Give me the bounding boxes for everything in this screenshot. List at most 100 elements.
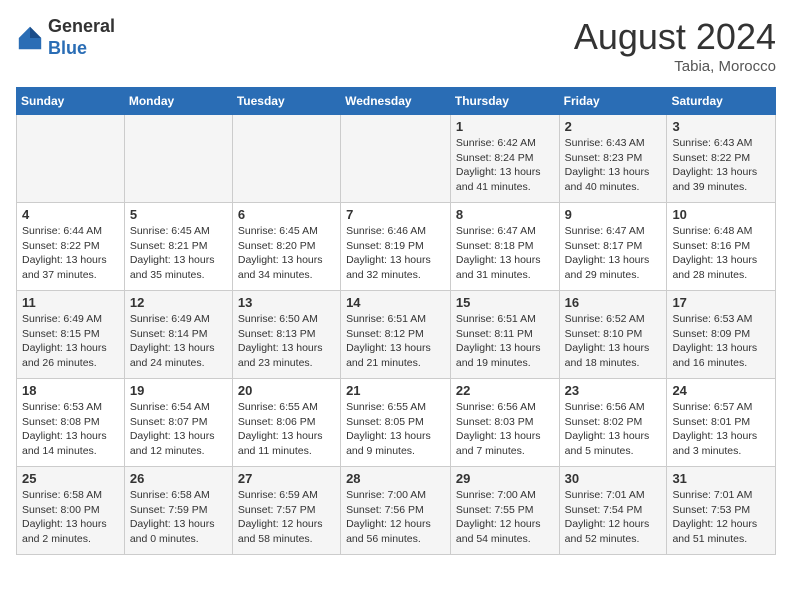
day-info: Sunrise: 6:45 AM Sunset: 8:21 PM Dayligh… (130, 224, 227, 283)
calendar-cell: 1Sunrise: 6:42 AM Sunset: 8:24 PM Daylig… (450, 115, 559, 203)
day-info: Sunrise: 6:46 AM Sunset: 8:19 PM Dayligh… (346, 224, 445, 283)
calendar-cell: 24 Sunrise: 6:57 AM Sunset: 8:01 PM Dayli… (667, 379, 776, 467)
calendar-cell: 18Sunrise: 6:53 AM Sunset: 8:08 PM Dayli… (17, 379, 125, 467)
day-info: Sunrise: 7:01 AM Sunset: 7:53 PM Dayligh… (672, 488, 770, 547)
weekday-header-friday: Friday (559, 88, 667, 115)
day-number: 29 (456, 471, 554, 486)
day-info: Sunrise: 6:57 AM Sunset: 8:01 PM Dayligh… (672, 400, 770, 459)
day-number: 16 (565, 295, 662, 310)
calendar-cell: 19 Sunrise: 6:54 AM Sunset: 8:07 PM Dayli… (124, 379, 232, 467)
weekday-header-saturday: Saturday (667, 88, 776, 115)
day-number: 24 (672, 383, 770, 398)
calendar-week-row: 4Sunrise: 6:44 AM Sunset: 8:22 PM Daylig… (17, 203, 776, 291)
day-number: 5 (130, 207, 227, 222)
calendar-cell (341, 115, 451, 203)
calendar-cell: 13 Sunrise: 6:50 AM Sunset: 8:13 PM Dayli… (232, 291, 340, 379)
calendar-cell: 2Sunrise: 6:43 AM Sunset: 8:23 PM Daylig… (559, 115, 667, 203)
day-number: 28 (346, 471, 445, 486)
day-info: Sunrise: 6:47 AM Sunset: 8:17 PM Dayligh… (565, 224, 662, 283)
weekday-header-thursday: Thursday (450, 88, 559, 115)
calendar-cell: 3 Sunrise: 6:43 AM Sunset: 8:22 PM Daylig… (667, 115, 776, 203)
day-number: 25 (22, 471, 119, 486)
calendar-cell: 12Sunrise: 6:49 AM Sunset: 8:14 PM Dayli… (124, 291, 232, 379)
day-info: Sunrise: 6:43 AM Sunset: 8:22 PM Dayligh… (672, 136, 770, 195)
day-info: Sunrise: 6:56 AM Sunset: 8:03 PM Dayligh… (456, 400, 554, 459)
calendar-cell: 29 Sunrise: 7:00 AM Sunset: 7:55 PM Dayli… (450, 467, 559, 555)
day-info: Sunrise: 6:49 AM Sunset: 8:14 PM Dayligh… (130, 312, 227, 371)
day-number: 27 (238, 471, 335, 486)
day-info: Sunrise: 6:44 AM Sunset: 8:22 PM Dayligh… (22, 224, 119, 283)
calendar-table: SundayMondayTuesdayWednesdayThursdayFrid… (16, 87, 776, 555)
calendar-body: 1Sunrise: 6:42 AM Sunset: 8:24 PM Daylig… (17, 115, 776, 555)
calendar-cell: 28 Sunrise: 7:00 AM Sunset: 7:56 PM Dayli… (341, 467, 451, 555)
day-number: 3 (672, 119, 770, 134)
calendar-cell: 8 Sunrise: 6:47 AM Sunset: 8:18 PM Daylig… (450, 203, 559, 291)
day-info: Sunrise: 6:47 AM Sunset: 8:18 PM Dayligh… (456, 224, 554, 283)
weekday-header-sunday: Sunday (17, 88, 125, 115)
calendar-cell: 6Sunrise: 6:45 AM Sunset: 8:20 PM Daylig… (232, 203, 340, 291)
calendar-cell (17, 115, 125, 203)
calendar-cell: 31Sunrise: 7:01 AM Sunset: 7:53 PM Dayli… (667, 467, 776, 555)
calendar-week-row: 18Sunrise: 6:53 AM Sunset: 8:08 PM Dayli… (17, 379, 776, 467)
calendar-cell: 4Sunrise: 6:44 AM Sunset: 8:22 PM Daylig… (17, 203, 125, 291)
day-info: Sunrise: 6:58 AM Sunset: 8:00 PM Dayligh… (22, 488, 119, 547)
day-number: 15 (456, 295, 554, 310)
day-number: 23 (565, 383, 662, 398)
calendar-week-row: 11 Sunrise: 6:49 AM Sunset: 8:15 PM Dayli… (17, 291, 776, 379)
calendar-cell: 27Sunrise: 6:59 AM Sunset: 7:57 PM Dayli… (232, 467, 340, 555)
calendar-cell: 22Sunrise: 6:56 AM Sunset: 8:03 PM Dayli… (450, 379, 559, 467)
day-number: 9 (565, 207, 662, 222)
calendar-cell: 23Sunrise: 6:56 AM Sunset: 8:02 PM Dayli… (559, 379, 667, 467)
calendar-cell (232, 115, 340, 203)
day-info: Sunrise: 6:52 AM Sunset: 8:10 PM Dayligh… (565, 312, 662, 371)
calendar-week-row: 25 Sunrise: 6:58 AM Sunset: 8:00 PM Dayli… (17, 467, 776, 555)
calendar-cell (124, 115, 232, 203)
title-block: August 2024 Tabia, Morocco (574, 16, 776, 75)
calendar-header-row: SundayMondayTuesdayWednesdayThursdayFrid… (17, 88, 776, 115)
day-info: Sunrise: 6:55 AM Sunset: 8:05 PM Dayligh… (346, 400, 445, 459)
day-info: Sunrise: 7:00 AM Sunset: 7:56 PM Dayligh… (346, 488, 445, 547)
day-number: 21 (346, 383, 445, 398)
day-number: 17 (672, 295, 770, 310)
logo-icon (16, 24, 44, 52)
calendar-cell: 25 Sunrise: 6:58 AM Sunset: 8:00 PM Dayli… (17, 467, 125, 555)
page-header: General Blue August 2024 Tabia, Morocco (16, 16, 776, 75)
day-number: 2 (565, 119, 662, 134)
calendar-cell: 17 Sunrise: 6:53 AM Sunset: 8:09 PM Dayli… (667, 291, 776, 379)
day-info: Sunrise: 6:42 AM Sunset: 8:24 PM Dayligh… (456, 136, 554, 195)
calendar-week-row: 1Sunrise: 6:42 AM Sunset: 8:24 PM Daylig… (17, 115, 776, 203)
day-info: Sunrise: 6:49 AM Sunset: 8:15 PM Dayligh… (22, 312, 119, 371)
day-number: 13 (238, 295, 335, 310)
calendar-cell: 14Sunrise: 6:51 AM Sunset: 8:12 PM Dayli… (341, 291, 451, 379)
day-info: Sunrise: 6:50 AM Sunset: 8:13 PM Dayligh… (238, 312, 335, 371)
day-number: 14 (346, 295, 445, 310)
day-number: 6 (238, 207, 335, 222)
day-number: 11 (22, 295, 119, 310)
day-info: Sunrise: 6:55 AM Sunset: 8:06 PM Dayligh… (238, 400, 335, 459)
calendar-cell: 20 Sunrise: 6:55 AM Sunset: 8:06 PM Dayli… (232, 379, 340, 467)
day-info: Sunrise: 6:58 AM Sunset: 7:59 PM Dayligh… (130, 488, 227, 547)
day-number: 7 (346, 207, 445, 222)
day-info: Sunrise: 6:51 AM Sunset: 8:11 PM Dayligh… (456, 312, 554, 371)
day-info: Sunrise: 6:53 AM Sunset: 8:08 PM Dayligh… (22, 400, 119, 459)
calendar-cell: 16 Sunrise: 6:52 AM Sunset: 8:10 PM Dayli… (559, 291, 667, 379)
calendar-cell: 21 Sunrise: 6:55 AM Sunset: 8:05 PM Dayli… (341, 379, 451, 467)
location-subtitle: Tabia, Morocco (574, 58, 776, 75)
day-number: 20 (238, 383, 335, 398)
weekday-header-wednesday: Wednesday (341, 88, 451, 115)
day-number: 8 (456, 207, 554, 222)
calendar-cell: 5 Sunrise: 6:45 AM Sunset: 8:21 PM Daylig… (124, 203, 232, 291)
weekday-header-tuesday: Tuesday (232, 88, 340, 115)
calendar-cell: 10 Sunrise: 6:48 AM Sunset: 8:16 PM Dayli… (667, 203, 776, 291)
day-number: 10 (672, 207, 770, 222)
day-info: Sunrise: 6:48 AM Sunset: 8:16 PM Dayligh… (672, 224, 770, 283)
day-number: 30 (565, 471, 662, 486)
day-info: Sunrise: 6:53 AM Sunset: 8:09 PM Dayligh… (672, 312, 770, 371)
day-info: Sunrise: 6:54 AM Sunset: 8:07 PM Dayligh… (130, 400, 227, 459)
weekday-header-monday: Monday (124, 88, 232, 115)
calendar-cell: 15 Sunrise: 6:51 AM Sunset: 8:11 PM Dayli… (450, 291, 559, 379)
day-info: Sunrise: 7:00 AM Sunset: 7:55 PM Dayligh… (456, 488, 554, 547)
day-number: 19 (130, 383, 227, 398)
day-info: Sunrise: 7:01 AM Sunset: 7:54 PM Dayligh… (565, 488, 662, 547)
logo-blue-text: Blue (48, 38, 115, 60)
